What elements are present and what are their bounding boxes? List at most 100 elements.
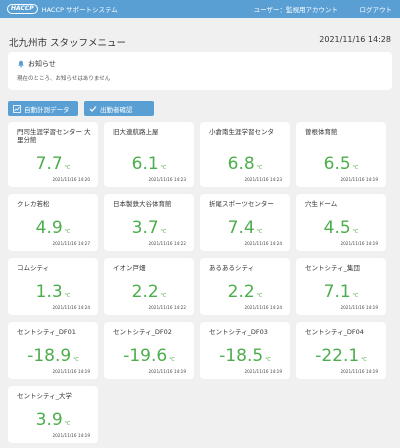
- temperature-value: 7.7: [35, 154, 63, 174]
- sensor-card[interactable]: 穴生ドーム 4.5 ℃ 2021/11/16 14:19: [296, 194, 386, 251]
- sensor-card[interactable]: 小倉南生涯学習センタ 6.8 ℃ 2021/11/16 14:23: [200, 122, 290, 187]
- temperature-value: -22.1: [315, 346, 360, 366]
- temperature-unit: ℃: [64, 293, 71, 299]
- temperature-value: 3.7: [131, 218, 159, 238]
- temperature-unit: ℃: [64, 165, 71, 171]
- measurement-timestamp: 2021/11/16 14:19: [340, 305, 378, 310]
- temperature-value-row: -18.5 ℃: [200, 348, 290, 369]
- temperature-value-row: 2.2 ℃: [200, 284, 290, 305]
- top-bar: HACCP HACCP サポートシステム ユーザー：監視用アカウント ログアウト: [0, 0, 400, 18]
- sensor-location-name: セントシティ_DF03: [209, 328, 268, 336]
- temperature-value: 4.5: [323, 218, 351, 238]
- measurement-timestamp: 2021/11/16 14:23: [148, 177, 186, 182]
- checkmark-icon: [89, 105, 97, 112]
- sensor-card[interactable]: 曽根体育館 6.5 ℃ 2021/11/16 14:19: [296, 122, 386, 187]
- temperature-unit: ℃: [256, 165, 263, 171]
- temperature-value-row: 3.9 ℃: [8, 412, 98, 433]
- logout-link[interactable]: ログアウト: [360, 4, 393, 14]
- attendance-check-button[interactable]: 出勤者確認: [84, 101, 154, 116]
- sensor-location-name: 小倉南生涯学習センタ: [209, 128, 274, 136]
- temperature-value: 1.3: [35, 282, 63, 302]
- temperature-unit: ℃: [256, 293, 263, 299]
- measurement-timestamp: 2021/11/16 14:27: [52, 241, 90, 246]
- temperature-value: 7.1: [323, 282, 351, 302]
- temperature-unit: ℃: [352, 229, 359, 235]
- bell-icon: [18, 60, 24, 68]
- temperature-value-row: 6.1 ℃: [104, 156, 194, 177]
- notice-heading-row: お知らせ: [17, 59, 56, 69]
- sensor-card[interactable]: あるあるシティ 2.2 ℃ 2021/11/16 14:24: [200, 258, 290, 315]
- sensor-card[interactable]: セントシティ_DF01 -18.9 ℃ 2021/11/16 14:19: [8, 322, 98, 379]
- sensor-card[interactable]: セントシティ_DF02 -19.6 ℃ 2021/11/16 14:19: [104, 322, 194, 379]
- temperature-value: 6.5: [323, 154, 351, 174]
- sensor-card[interactable]: 日本製鉄大谷体育館 3.7 ℃ 2021/11/16 14:22: [104, 194, 194, 251]
- notice-panel: お知らせ 現在のところ、お知らせはありません: [8, 52, 392, 90]
- temperature-unit: ℃: [265, 357, 271, 363]
- auto-measure-data-label: 自動計測データ: [24, 105, 70, 114]
- temperature-unit: ℃: [352, 293, 359, 299]
- sensor-location-name: セントシティ_DF04: [305, 328, 364, 336]
- measurement-timestamp: 2021/11/16 14:19: [52, 433, 90, 438]
- sensor-card[interactable]: 折尾スポーツセンター 7.4 ℃ 2021/11/16 14:24: [200, 194, 290, 251]
- sensor-card[interactable]: コムシティ 1.3 ℃ 2021/11/16 14:24: [8, 258, 98, 315]
- notice-body: 現在のところ、お知らせはありません: [17, 76, 111, 82]
- sensor-location-name: 日本製鉄大谷体育館: [113, 200, 172, 208]
- temperature-value-row: 7.4 ℃: [200, 220, 290, 241]
- temperature-value-row: 1.3 ℃: [8, 284, 98, 305]
- app-logo[interactable]: HACCP: [7, 4, 38, 14]
- temperature-value: 3.9: [35, 410, 63, 430]
- temperature-value-row: 7.7 ℃: [8, 156, 98, 177]
- measurement-timestamp: 2021/11/16 14:24: [52, 305, 90, 310]
- measurement-timestamp: 2021/11/16 14:19: [340, 177, 378, 182]
- page-title: 北九州市 スタッフメニュー: [9, 38, 127, 49]
- sensor-location-name: セントシティ_大学: [17, 392, 72, 400]
- measurement-timestamp: 2021/11/16 14:23: [244, 177, 282, 182]
- sensor-card[interactable]: イオン戸畑 2.2 ℃ 2021/11/16 14:22: [104, 258, 194, 315]
- measurement-timestamp: 2021/11/16 14:19: [340, 241, 378, 246]
- temperature-unit: ℃: [160, 229, 167, 235]
- sensor-card[interactable]: セントシティ_DF03 -18.5 ℃ 2021/11/16 14:19: [200, 322, 290, 379]
- temperature-value-row: 6.8 ℃: [200, 156, 290, 177]
- auto-measure-data-button[interactable]: 自動計測データ: [8, 101, 78, 116]
- sensor-location-name: 旧大連航路上屋: [113, 128, 159, 136]
- measurement-timestamp: 2021/11/16 14:19: [148, 369, 186, 374]
- notice-heading: お知らせ: [28, 60, 56, 68]
- sensor-location-name: 門司生涯学習センター 大里分館: [17, 128, 91, 144]
- temperature-value: 6.1: [131, 154, 159, 174]
- temperature-unit: ℃: [160, 165, 167, 171]
- temperature-value: -18.5: [219, 346, 264, 366]
- measurement-timestamp: 2021/11/16 14:20: [52, 177, 90, 182]
- measurement-timestamp: 2021/11/16 14:24: [244, 241, 282, 246]
- temperature-value-row: 3.7 ℃: [104, 220, 194, 241]
- temperature-unit: ℃: [160, 293, 167, 299]
- temperature-unit: ℃: [361, 357, 367, 363]
- sensor-card[interactable]: セントシティ_集団 7.1 ℃ 2021/11/16 14:19: [296, 258, 386, 315]
- sensor-location-name: 曽根体育館: [305, 128, 338, 136]
- sensor-location-name: セントシティ_集団: [305, 264, 360, 272]
- sensor-location-name: 穴生ドーム: [305, 200, 338, 208]
- user-account-label[interactable]: ユーザー：監視用アカウント: [254, 4, 338, 14]
- sensor-card[interactable]: 門司生涯学習センター 大里分館 7.7 ℃ 2021/11/16 14:20: [8, 122, 98, 187]
- temperature-value: 7.4: [227, 218, 255, 238]
- temperature-value-row: 4.5 ℃: [296, 220, 386, 241]
- sensor-card[interactable]: セントシティ_DF04 -22.1 ℃ 2021/11/16 14:19: [296, 322, 386, 379]
- temperature-value: -19.6: [123, 346, 168, 366]
- temperature-unit: ℃: [352, 165, 359, 171]
- temperature-unit: ℃: [73, 357, 79, 363]
- temperature-unit: ℃: [64, 421, 71, 427]
- temperature-value-row: 6.5 ℃: [296, 156, 386, 177]
- temperature-value: 2.2: [227, 282, 255, 302]
- measurement-timestamp: 2021/11/16 14:19: [244, 369, 282, 374]
- app-title: HACCP サポートシステム: [41, 6, 118, 14]
- measurement-timestamp: 2021/11/16 14:22: [148, 305, 186, 310]
- temperature-value-row: 2.2 ℃: [104, 284, 194, 305]
- measurement-timestamp: 2021/11/16 14:19: [52, 369, 90, 374]
- sensor-card[interactable]: セントシティ_大学 3.9 ℃ 2021/11/16 14:19: [8, 386, 98, 443]
- sensor-location-name: イオン戸畑: [113, 264, 146, 272]
- temperature-unit: ℃: [256, 229, 263, 235]
- temperature-value: -18.9: [27, 346, 72, 366]
- sensor-location-name: クレカ若松: [17, 200, 50, 208]
- sensor-card[interactable]: クレカ若松 4.9 ℃ 2021/11/16 14:27: [8, 194, 98, 251]
- temperature-value-row: 4.9 ℃: [8, 220, 98, 241]
- sensor-card[interactable]: 旧大連航路上屋 6.1 ℃ 2021/11/16 14:23: [104, 122, 194, 187]
